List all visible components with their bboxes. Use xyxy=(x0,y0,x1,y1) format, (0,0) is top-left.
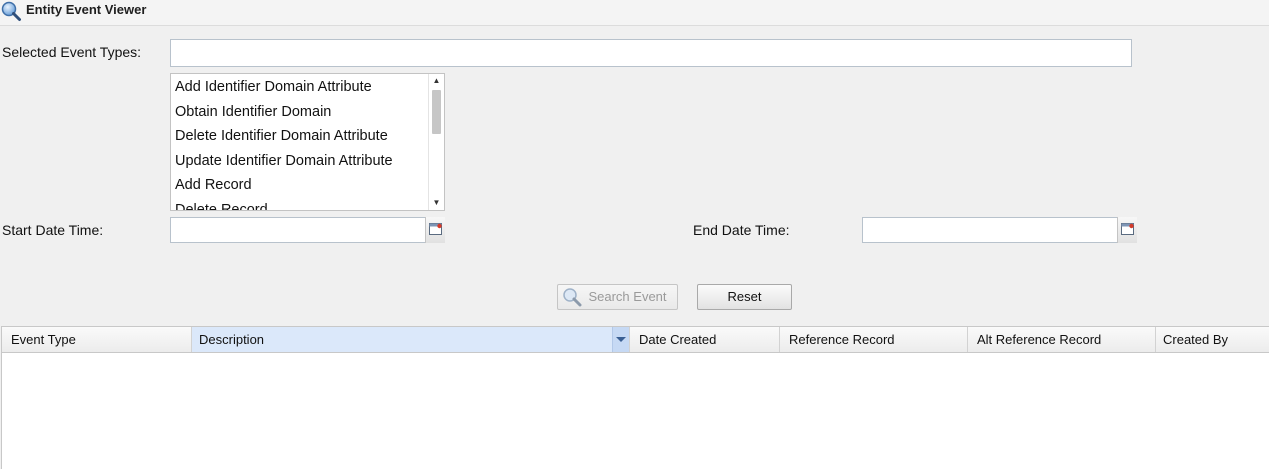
reset-button[interactable]: Reset xyxy=(697,284,792,310)
calendar-icon xyxy=(429,223,442,235)
title-bar: Entity Event Viewer xyxy=(0,0,1269,26)
start-date-label: Start Date Time: xyxy=(2,222,104,238)
grid-header: Event Type Description Date Created Refe… xyxy=(2,327,1269,353)
scroll-down-icon[interactable]: ▼ xyxy=(429,196,444,210)
magnifier-icon xyxy=(1,1,21,21)
calendar-icon xyxy=(1121,223,1134,235)
end-date-input[interactable] xyxy=(862,217,1137,243)
list-item[interactable]: Obtain Identifier Domain xyxy=(171,99,428,124)
column-header-date-created[interactable]: Date Created xyxy=(630,327,780,352)
search-event-label: Search Event xyxy=(588,289,667,304)
event-results-grid: Event Type Description Date Created Refe… xyxy=(1,326,1269,469)
selected-event-types-label: Selected Event Types: xyxy=(2,44,142,60)
grid-body xyxy=(2,353,1269,469)
column-header-alt-reference-record[interactable]: Alt Reference Record xyxy=(968,327,1156,352)
column-header-description-label: Description xyxy=(199,332,265,347)
end-date-label: End Date Time: xyxy=(693,222,790,238)
selected-event-types-input[interactable] xyxy=(170,39,1132,67)
list-item[interactable]: Update Identifier Domain Attribute xyxy=(171,148,428,173)
event-type-list[interactable]: Add Identifier Domain Attribute Obtain I… xyxy=(170,73,445,211)
list-scrollbar[interactable]: ▲ ▼ xyxy=(428,74,444,210)
start-date-calendar-button[interactable] xyxy=(425,217,445,243)
end-date-picker xyxy=(862,217,1137,243)
magnifier-icon xyxy=(563,288,582,307)
list-item[interactable]: Add Record xyxy=(171,172,428,197)
list-item[interactable]: Delete Record xyxy=(171,197,428,211)
window-title: Entity Event Viewer xyxy=(26,2,147,17)
chevron-down-icon xyxy=(616,337,626,342)
column-menu-trigger[interactable] xyxy=(612,327,629,352)
scroll-up-icon[interactable]: ▲ xyxy=(429,74,444,88)
column-header-reference-record[interactable]: Reference Record xyxy=(780,327,968,352)
list-item[interactable]: Delete Identifier Domain Attribute xyxy=(171,123,428,148)
scroll-thumb[interactable] xyxy=(432,90,441,134)
search-event-button[interactable]: Search Event xyxy=(557,284,678,310)
column-header-description[interactable]: Description xyxy=(192,327,630,352)
start-date-input[interactable] xyxy=(170,217,445,243)
reset-label: Reset xyxy=(727,289,762,304)
end-date-calendar-button[interactable] xyxy=(1117,217,1137,243)
column-header-created-by[interactable]: Created By xyxy=(1156,327,1269,352)
column-header-event-type[interactable]: Event Type xyxy=(2,327,192,352)
start-date-picker xyxy=(170,217,445,243)
list-item[interactable]: Add Identifier Domain Attribute xyxy=(171,74,428,99)
